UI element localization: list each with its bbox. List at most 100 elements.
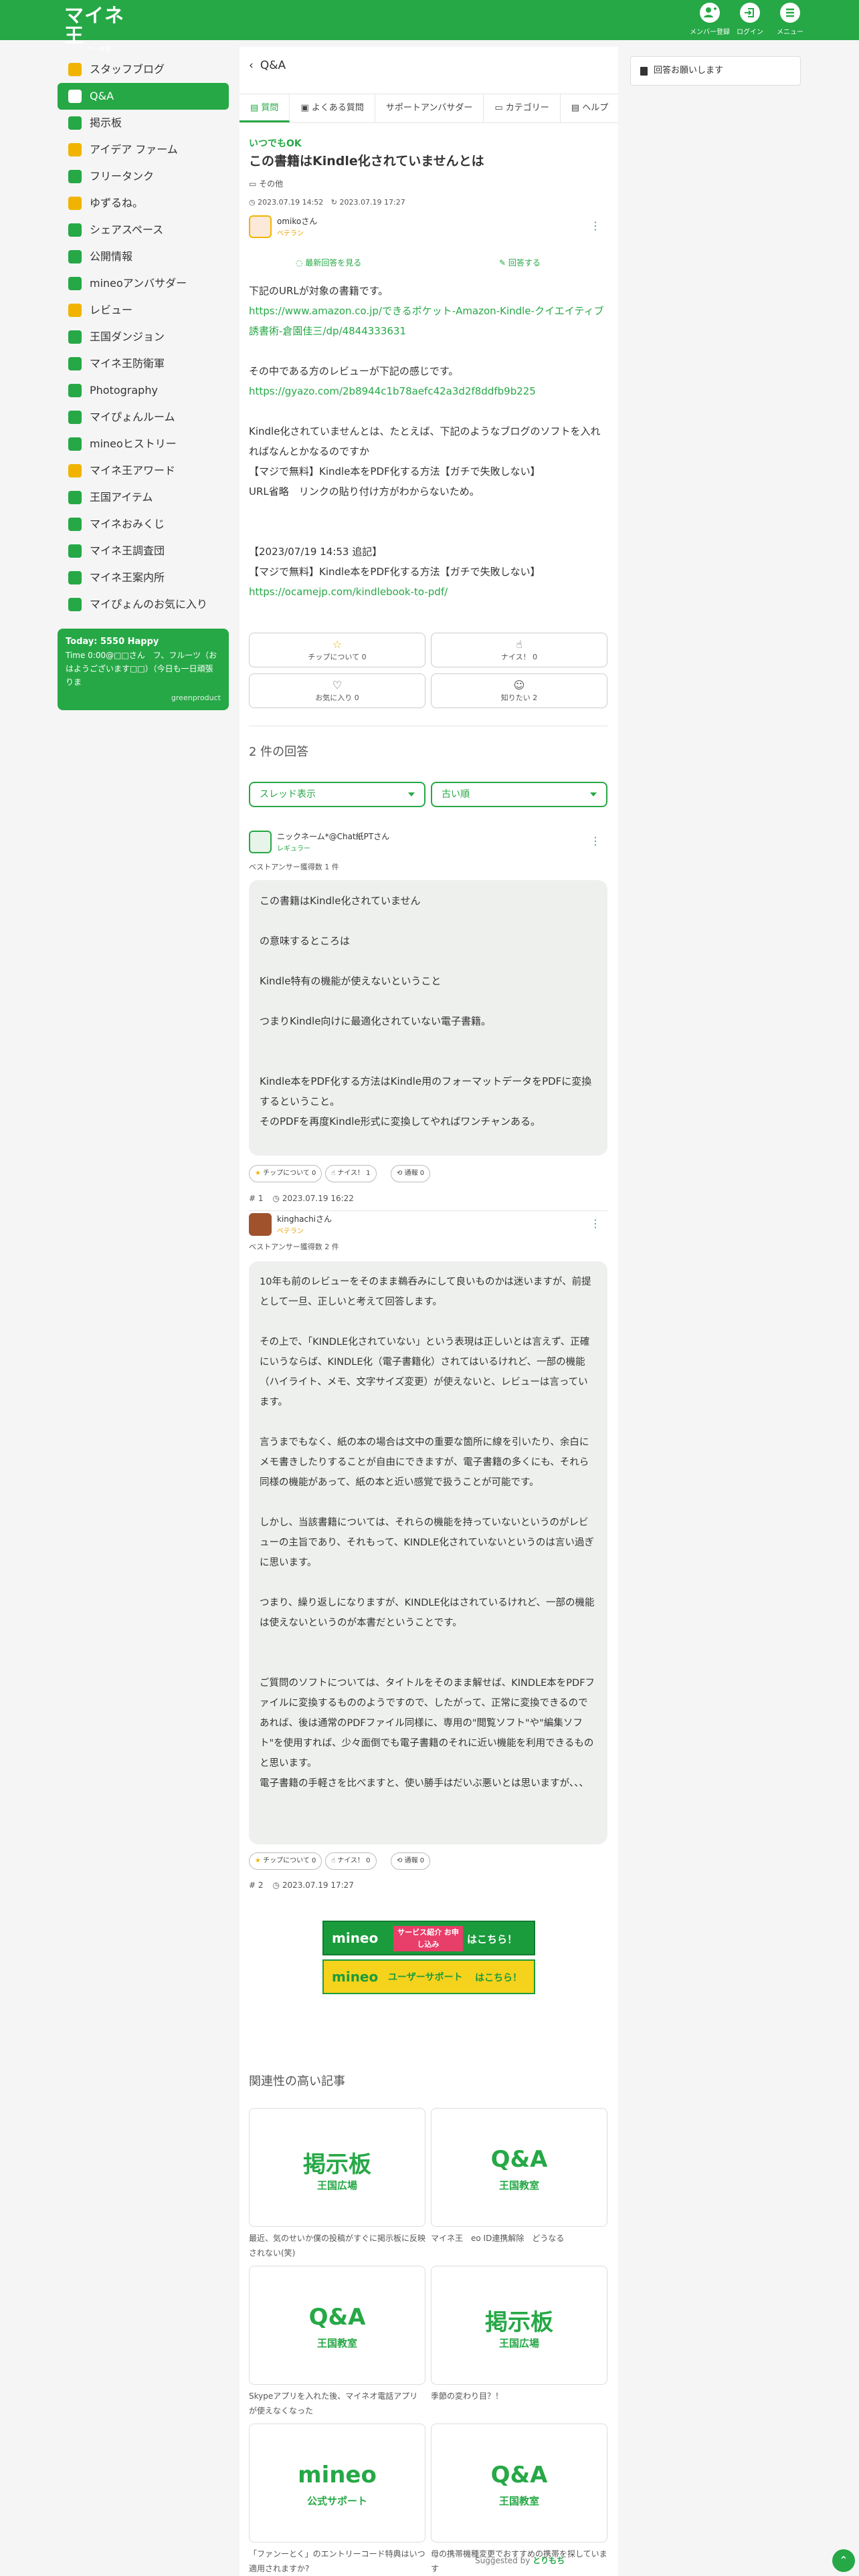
sidebar-item[interactable]: アイデア ファーム [58, 136, 229, 163]
text-line [249, 502, 607, 522]
login-button[interactable]: ログイン [729, 3, 771, 37]
tip-button[interactable]: ☆ チップについて 0 [249, 633, 425, 667]
sidebar-item-label: マイぴょんルーム [90, 411, 175, 423]
nice-button[interactable]: ☝ ナイス！ 0 [431, 633, 607, 667]
related-title[interactable]: 季節の変わり目？！ [431, 2389, 607, 2403]
sidebar-item-label: mineoアンバサダー [90, 277, 187, 290]
sidebar-item[interactable]: Photography [58, 377, 229, 404]
text-line [260, 1312, 597, 1332]
sidebar-item[interactable]: マイネ王防衛軍 [58, 350, 229, 377]
scroll-top-button[interactable]: ⌃ [832, 2549, 855, 2572]
category-link[interactable]: ▭ その他 [249, 178, 607, 189]
related-title[interactable]: Skypeアプリを入れた後、マイネオ電話アプリが使えなくなった [249, 2389, 425, 2418]
sidebar-item[interactable]: レビュー [58, 297, 229, 324]
sidebar-item[interactable]: マイネおみくじ [58, 511, 229, 538]
answer-request-box[interactable]: 回答お願いします [630, 56, 801, 86]
related-title[interactable]: 「ファンーとく」のエントリーコード特典はいつ適用されますか? [249, 2547, 425, 2576]
nice-button[interactable]: ☝ ナイス！ 0 [325, 1852, 377, 1870]
today-text: Time 0:00@□□さん フ、フルーツ（おはようございます□□）（今日も一日… [66, 651, 217, 687]
text-line: つまり、繰り返しになりますが、KINDLE化はされているけれど、一部の機能は使え… [260, 1598, 595, 1628]
back-link[interactable]: ‹ Q&A [249, 58, 286, 74]
text-line[interactable]: https://ocamejp.com/kindlebook-to-pdf/ [249, 582, 607, 602]
tab-help[interactable]: ▤ ヘルプ [561, 94, 618, 122]
more-icon[interactable]: ⋮ [590, 219, 601, 232]
qa-tabs: ▤ 質問 ▣ よくある質問 サポートアンバサダー ▭ カテゴリー ▤ ヘルプ [240, 94, 618, 123]
report-button[interactable]: ⟲ 通報 0 [391, 1852, 431, 1870]
related-thumbnail[interactable]: 掲示板 王国広場 [431, 2266, 607, 2385]
view-latest-label: 最新回答を見る [305, 258, 362, 267]
favorite-button[interactable]: ♡ お気に入り 0 [249, 673, 425, 708]
avatar [249, 831, 272, 853]
author-rank: ベテラン [277, 230, 304, 237]
tab-ambassador[interactable]: サポートアンバサダー [375, 94, 484, 122]
menu-button[interactable]: メニュー [769, 3, 811, 37]
answer-meta: # 2 ◷ 2023.07.19 17:27 [249, 1881, 607, 1890]
thread-select[interactable]: スレッド表示 [249, 782, 425, 807]
sidebar-item[interactable]: シェアスペース [58, 217, 229, 243]
sidebar-item[interactable]: 王国アイテム [58, 484, 229, 511]
sidebar-item[interactable]: mineoアンバサダー [58, 270, 229, 297]
text-line [260, 1573, 597, 1593]
nice-button[interactable]: ☝ ナイス！ 1 [325, 1165, 377, 1182]
sidebar-item[interactable]: マイぴょんのお気に入り [58, 591, 229, 618]
related-thumbnail[interactable]: Q&A 王国教室 [431, 2108, 607, 2227]
today-happy-box[interactable]: Today: 5550 Happy Time 0:00@□□さん フ、フルーツ（… [58, 629, 229, 710]
answer-number: 1 [258, 1194, 264, 1203]
banner-cta: はこちら！ [475, 1973, 522, 1983]
sidebar-item[interactable]: マイネ王アワード [58, 457, 229, 484]
report-button[interactable]: ⟲ 通報 0 [391, 1165, 431, 1182]
sidebar-item[interactable]: Q&A [58, 83, 229, 110]
answer-link[interactable]: ✎ 回答する [499, 257, 541, 268]
coin-icon: ☆ [332, 638, 343, 651]
folder-icon: ▭ [249, 179, 260, 189]
sidebar-item[interactable]: 掲示板 [58, 110, 229, 136]
clock-icon: ◷ [272, 1194, 282, 1203]
sidebar-item[interactable]: ゆずるね。 [58, 190, 229, 217]
related-title[interactable]: マイネ王 eo ID連携解除 どうなる [431, 2231, 607, 2246]
view-latest-link[interactable]: ◌ 最新回答を見る [296, 257, 361, 268]
member-register-button[interactable]: メンバー登録 [689, 3, 731, 37]
sidebar-item[interactable]: マイぴょんルーム [58, 404, 229, 431]
sidebar-item[interactable]: マイネ王調査団 [58, 538, 229, 564]
post-dates: ◷ 2023.07.19 14:52 ↻ 2023.07.19 17:27 [249, 198, 607, 207]
answer-author[interactable]: kinghachiさん ベテラン ⋮ [249, 1212, 607, 1239]
order-select[interactable]: 古い順 [431, 782, 607, 807]
sidebar-item-label: マイネ王案内所 [90, 571, 165, 584]
text-line [249, 522, 607, 542]
tab-faq[interactable]: ▣ よくある質問 [290, 94, 375, 122]
site-logo[interactable]: マイネ王 ベータ版 [64, 5, 124, 53]
sidebar-item[interactable]: 公開情報 [58, 243, 229, 270]
want-know-button[interactable]: ☺ 知りたい 2 [431, 673, 607, 708]
text-line: 【マジで無料】Kindle本をPDF化する方法【ガチで失敗しない】 [249, 566, 541, 578]
related-title[interactable]: 最近、気のせいか僕の投稿がすぐに掲示板に反映されない(笑) [249, 2231, 425, 2260]
tip-button[interactable]: ★ チップについて 0 [249, 1852, 322, 1870]
tab-questions[interactable]: ▤ 質問 [240, 94, 290, 122]
tab-category[interactable]: ▭ カテゴリー [484, 94, 561, 122]
answer-meta: # 1 ◷ 2023.07.19 16:22 [249, 1194, 607, 1203]
text-line [260, 1051, 597, 1071]
sidebar-item[interactable]: マイネ王案内所 [58, 564, 229, 591]
text-line[interactable]: https://www.amazon.co.jp/できるポケット-Amazon-… [249, 301, 607, 341]
more-icon[interactable]: ⋮ [590, 1217, 601, 1230]
coin-icon: ★ [255, 1857, 261, 1864]
tip-button[interactable]: ★ チップについて 0 [249, 1165, 322, 1182]
related-thumbnail[interactable]: Q&A 王国教室 [431, 2424, 607, 2543]
sidebar-item[interactable]: 王国ダンジョン [58, 324, 229, 350]
coin-icon: ★ [255, 1170, 261, 1177]
answer-author[interactable]: ニックネーム*@Chat紙PTさん レギュラー ⋮ [249, 829, 607, 856]
related-thumbnail[interactable]: 掲示板 王国広場 [249, 2108, 425, 2227]
text-line [260, 1653, 597, 1673]
text-line: 【2023/07/19 14:53 追記】 [249, 546, 383, 558]
related-thumbnail[interactable]: mineo 公式サポート [249, 2424, 425, 2543]
tip-label: チップについて 0 [263, 1857, 316, 1864]
sidebar-item[interactable]: フリータンク [58, 163, 229, 190]
text-line[interactable]: https://gyazo.com/2b8944c1b78aefc42a3d2f… [249, 381, 607, 401]
support-banner[interactable]: mineo ユーザーサポート はこちら！ [322, 1959, 535, 1994]
login-icon [740, 3, 760, 23]
sidebar-item[interactable]: スタッフブログ [58, 56, 229, 83]
sidebar-item[interactable]: mineoヒストリー [58, 431, 229, 457]
service-banner[interactable]: mineo サービス紹介 お申し込み はこちら！ [322, 1921, 535, 1955]
related-thumbnail[interactable]: Q&A 王国教室 [249, 2266, 425, 2385]
question-author[interactable]: omikoさん ベテラン ⋮ [249, 214, 607, 241]
more-icon[interactable]: ⋮ [590, 835, 601, 847]
